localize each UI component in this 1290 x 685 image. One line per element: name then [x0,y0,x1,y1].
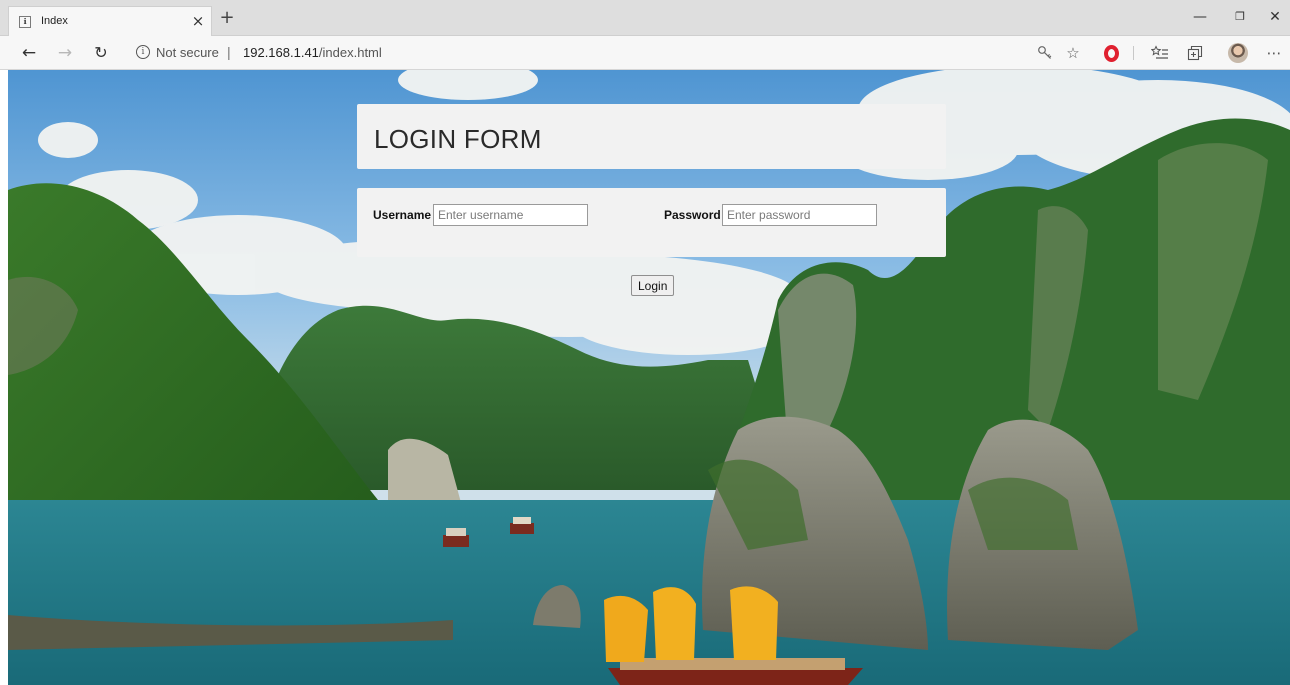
toolbar-divider [1133,46,1134,60]
password-label: Password [664,208,721,222]
favorites-icon[interactable] [1148,41,1172,65]
close-window-icon[interactable]: ✕ [1260,8,1290,28]
star-icon[interactable]: ☆ [1061,41,1085,65]
address-bar[interactable]: i Not secure | 192.168.1.41/index.html [126,41,1026,65]
browser-toolbar: ← → ↻ i Not secure | 192.168.1.41/index.… [0,36,1290,70]
tab-strip: ℹ Index × + — ❐ ✕ [0,0,1290,36]
info-icon[interactable]: i [136,45,150,59]
new-tab-icon[interactable]: + [218,9,236,27]
tab-title: Index [41,15,68,27]
page-favicon-icon: ℹ [19,16,31,28]
login-form-header: LOGIN FORM [357,104,946,169]
login-button[interactable]: Login [631,275,675,296]
tab-index[interactable]: ℹ Index × [8,6,212,36]
username-input[interactable] [433,204,588,226]
url-path: /index.html [318,45,382,60]
back-arrow-icon[interactable]: ← [16,41,42,65]
refresh-icon[interactable]: ↻ [88,41,114,65]
maximize-icon[interactable]: ❐ [1220,8,1260,28]
forward-arrow-icon[interactable]: → [52,41,78,65]
page-title: LOGIN FORM [374,124,542,154]
opera-icon[interactable] [1099,41,1123,65]
tab-close-icon[interactable]: × [189,12,207,30]
security-status[interactable]: Not secure [156,45,219,60]
key-icon[interactable] [1033,41,1057,65]
url-text[interactable]: 192.168.1.41/index.html [243,45,382,60]
address-separator: | [227,44,231,60]
minimize-icon[interactable]: — [1180,8,1220,28]
url-host: 192.168.1.41 [243,45,319,60]
username-label: Username [373,208,432,222]
login-form-panel: Username Password [357,188,946,257]
password-input[interactable] [722,204,877,226]
collections-icon[interactable] [1183,41,1207,65]
more-icon[interactable]: ⋯ [1262,41,1286,65]
profile-avatar[interactable] [1226,41,1250,65]
